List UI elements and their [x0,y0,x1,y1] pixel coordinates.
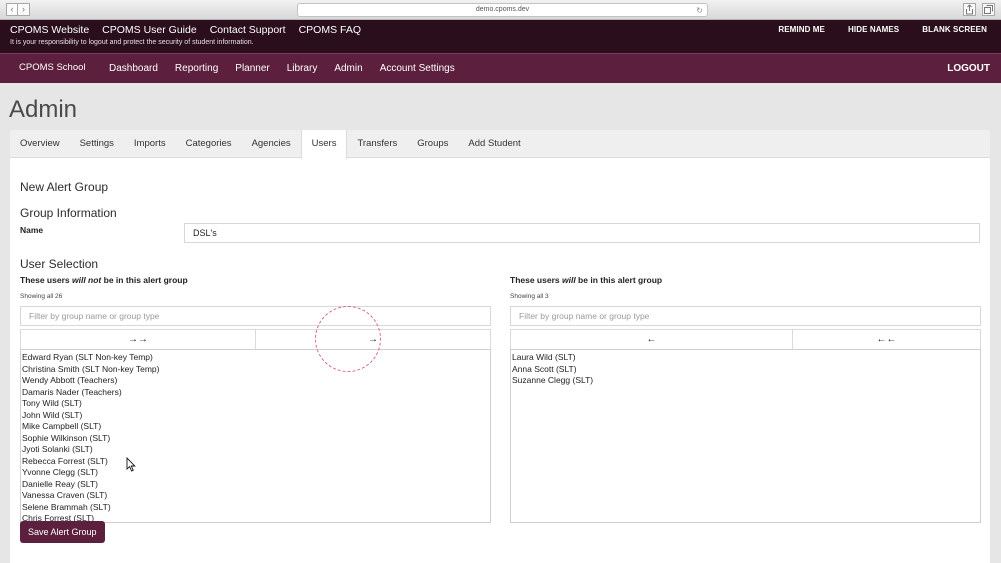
list-item[interactable]: Wendy Abbott (Teachers) [22,375,489,387]
save-alert-group-button[interactable]: Save Alert Group [20,521,105,543]
highlight-circle [315,306,381,372]
caption-emphasis: will not [71,275,102,285]
excluded-move-buttons: →→ → [20,329,491,351]
name-label: Name [20,225,44,235]
top-utility-bar: CPOMS Website CPOMS User Guide Contact S… [0,20,1001,53]
name-input[interactable]: DSL's [184,223,980,243]
included-users-list[interactable]: Laura Wild (SLT) Anna Scott (SLT) Suzann… [510,349,981,523]
user-selection-heading: User Selection [20,257,99,271]
url-bar[interactable]: demo.cpoms.dev ↻ [297,3,708,17]
nav-admin[interactable]: Admin [334,63,362,74]
tab-overview[interactable]: Overview [10,130,70,157]
list-item[interactable]: Christina Smith (SLT Non-key Temp) [22,364,489,376]
excluded-count: Showing all 26 [20,293,63,300]
mouse-cursor-icon [126,457,136,472]
reload-icon[interactable]: ↻ [696,5,703,17]
blank-screen-button[interactable]: BLANK SCREEN [922,25,987,34]
list-item[interactable]: John Wild (SLT) [22,410,489,422]
included-move-buttons: ← ←← [510,329,981,351]
cpoms-faq-link[interactable]: CPOMS FAQ [299,24,361,36]
tabs-icon[interactable] [982,3,995,16]
tab-imports[interactable]: Imports [124,130,176,157]
caption-text: These users [20,275,72,285]
caption-text: These users [510,275,562,285]
caption-text: be in this alert group [575,275,663,285]
security-notice: It is your responsibility to logout and … [10,39,254,46]
caption-emphasis: will [561,275,576,285]
included-count: Showing all 3 [510,293,549,300]
cpoms-website-link[interactable]: CPOMS Website [10,24,89,36]
contact-support-link[interactable]: Contact Support [210,24,286,36]
nav-items: Dashboard Reporting Planner Library Admi… [109,63,455,74]
list-item[interactable]: Tony Wild (SLT) [22,398,489,410]
nav-dashboard[interactable]: Dashboard [109,63,158,74]
move-selected-left-button[interactable]: ← [511,330,792,350]
browser-nav-buttons: ‹ › [6,3,30,16]
nav-reporting[interactable]: Reporting [175,63,218,74]
list-item[interactable]: Edward Ryan (SLT Non-key Temp) [22,352,489,364]
list-item[interactable]: Vanessa Craven (SLT) [22,490,489,502]
logout-button[interactable]: LOGOUT [947,63,990,74]
cpoms-user-guide-link[interactable]: CPOMS User Guide [102,24,197,36]
nav-library[interactable]: Library [287,63,318,74]
top-links: CPOMS Website CPOMS User Guide Contact S… [10,24,361,36]
share-icon[interactable] [963,3,976,16]
tab-users[interactable]: Users [300,130,348,159]
list-item[interactable]: Anna Scott (SLT) [512,364,979,376]
tab-settings[interactable]: Settings [70,130,124,157]
remind-me-button[interactable]: REMIND ME [778,25,825,34]
nav-planner[interactable]: Planner [235,63,269,74]
group-info-heading: Group Information [20,206,117,220]
list-item[interactable]: Suzanne Clegg (SLT) [512,375,979,387]
tab-groups[interactable]: Groups [407,130,458,157]
url-text: demo.cpoms.dev [475,6,530,13]
list-item[interactable]: Jyoti Solanki (SLT) [22,444,489,456]
excluded-users-list[interactable]: Edward Ryan (SLT Non-key Temp) Christina… [20,349,491,523]
excluded-filter-input[interactable]: Filter by group name or group type [20,306,491,326]
browser-right-buttons [963,3,995,16]
list-item[interactable]: Laura Wild (SLT) [512,352,979,364]
list-item[interactable]: Selene Brammah (SLT) [22,502,489,514]
list-item[interactable]: Mike Campbell (SLT) [22,421,489,433]
tab-transfers[interactable]: Transfers [347,130,407,157]
move-all-right-button[interactable]: →→ [21,330,255,350]
list-item[interactable]: Yvonne Clegg (SLT) [22,467,489,479]
tab-categories[interactable]: Categories [176,130,242,157]
page-title: Admin [9,96,78,123]
top-right-actions: REMIND ME HIDE NAMES BLANK SCREEN [778,25,987,34]
list-item[interactable]: Rebecca Forrest (SLT) [22,456,489,468]
hide-names-button[interactable]: HIDE NAMES [848,25,899,34]
tab-agencies[interactable]: Agencies [242,130,301,157]
nav-account-settings[interactable]: Account Settings [380,63,455,74]
forward-icon[interactable]: › [18,3,30,16]
caption-text: be in this alert group [101,275,188,285]
main-nav: CPOMS School Dashboard Reporting Planner… [0,53,1001,83]
browser-toolbar: ‹ › demo.cpoms.dev ↻ [0,0,1001,20]
back-icon[interactable]: ‹ [6,3,18,16]
form-heading: New Alert Group [20,180,109,194]
excluded-users-caption: These users will not be in this alert gr… [20,275,188,285]
brand-link[interactable]: CPOMS School [19,62,86,73]
list-item[interactable]: Sophie Wilkinson (SLT) [22,433,489,445]
list-item[interactable]: Damaris Nader (Teachers) [22,387,489,399]
included-users-caption: These users will be in this alert group [510,275,662,285]
included-filter-input[interactable]: Filter by group name or group type [510,306,981,326]
list-item[interactable]: Danielle Reay (SLT) [22,479,489,491]
admin-tabs: Overview Settings Imports Categories Age… [10,130,990,159]
move-all-left-button[interactable]: ←← [792,330,980,350]
tab-add-student[interactable]: Add Student [458,130,530,157]
admin-panel: Overview Settings Imports Categories Age… [10,130,990,563]
